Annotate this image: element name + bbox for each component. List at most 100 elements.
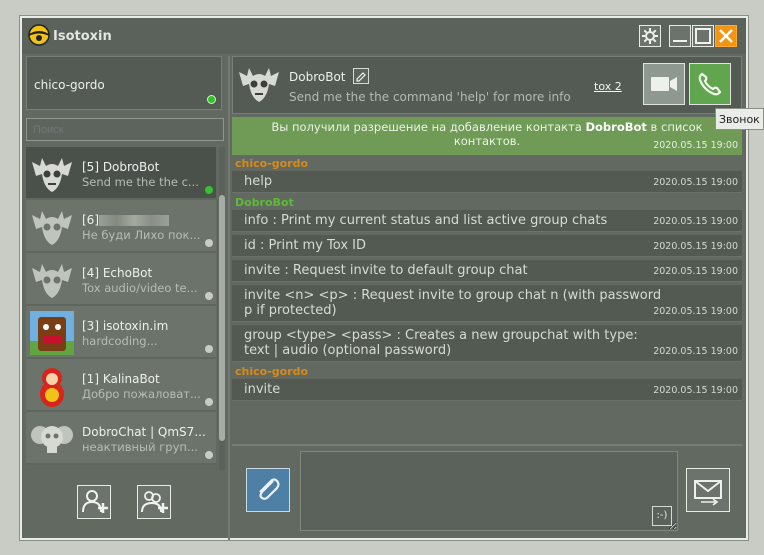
message-item[interactable]: invite 2020.05.15 19:00: [232, 379, 742, 401]
contact-status-text: Добро пожаловат...: [82, 387, 201, 401]
message-sender: chico-gordo: [235, 365, 309, 378]
message-timestamp: 2020.05.15 19:00: [653, 346, 738, 357]
message-text: id : Print my Tox ID: [244, 238, 366, 253]
contact-status-text: Send me the the c...: [82, 175, 199, 189]
search-input[interactable]: [26, 118, 224, 141]
app-window: Isotoxin chico-gordo Поиск [5] DobroBot …: [20, 16, 748, 540]
video-call-button[interactable]: [643, 63, 685, 105]
close-button[interactable]: [715, 25, 737, 47]
message-text: invite : Request invite to default group…: [244, 263, 528, 278]
chat-status-message: Send me the the command 'help' for more …: [289, 90, 571, 104]
own-profile[interactable]: chico-gordo: [26, 56, 222, 110]
close-icon: [719, 29, 733, 43]
minimize-icon: [673, 40, 687, 42]
offline-status-icon: [205, 239, 213, 247]
offline-status-icon: [205, 292, 213, 300]
add-contact-button[interactable]: [77, 485, 111, 519]
app-title: Isotoxin: [53, 29, 112, 44]
pencil-icon: [356, 72, 366, 82]
contact-name: [5] DobroBot: [82, 160, 160, 174]
message-timestamp: 2020.05.15 19:00: [653, 140, 738, 151]
envelope-send-icon: [694, 480, 722, 506]
attach-file-button[interactable]: [246, 468, 290, 512]
send-button[interactable]: [686, 468, 730, 512]
add-group-icon: [141, 491, 168, 513]
message-sender: DobroBot: [235, 196, 294, 209]
message-item[interactable]: info : Print my current status and list …: [232, 210, 742, 232]
bat-skull-avatar: [32, 158, 72, 192]
contact-name: [3] isotoxin.im: [82, 319, 169, 333]
contact-item-6[interactable]: [6] Не буди Лихо пок...: [26, 200, 216, 253]
add-contact-icon: [82, 490, 108, 513]
online-status-icon[interactable]: [207, 95, 216, 104]
contact-status-text: hardcoding...: [82, 334, 158, 348]
bat-skull-avatar: [32, 264, 72, 298]
protocol-link[interactable]: tox 2: [594, 80, 622, 93]
online-status-icon: [205, 186, 213, 194]
minimize-button[interactable]: [669, 25, 691, 47]
message-timestamp: 2020.05.15 19:00: [653, 266, 738, 277]
contact-item-isotoxin-im[interactable]: [3] isotoxin.im hardcoding...: [26, 306, 216, 359]
message-text: invite: [244, 382, 281, 397]
domo-kun-avatar: [30, 311, 74, 355]
offline-status-icon: [205, 398, 213, 406]
add-group-button[interactable]: [137, 485, 171, 519]
redacted-name: [99, 215, 169, 226]
video-camera-icon: [651, 77, 677, 91]
offline-status-icon: [205, 345, 213, 353]
panel-divider[interactable]: [228, 56, 230, 540]
contact-name: DobroChat | QmS7...: [82, 425, 206, 439]
contact-status-text: Tox audio/video te...: [82, 281, 198, 295]
contact-item-kalinabot[interactable]: [1] KalinaBot Добро пожаловат...: [26, 359, 216, 412]
contact-accepted-notice: Вы получили разрешение на добавление кон…: [232, 117, 742, 155]
profile-name[interactable]: chico-gordo: [34, 78, 105, 92]
paperclip-icon: [259, 478, 280, 500]
contact-status-text: неактивный груп...: [82, 440, 198, 454]
message-item[interactable]: group <type> <pass> : Creates a new grou…: [232, 325, 742, 362]
message-text: help: [244, 174, 273, 189]
offline-status-icon: [205, 451, 213, 459]
contact-list-scrollbar[interactable]: [219, 147, 225, 470]
message-input[interactable]: [300, 451, 678, 531]
message-item[interactable]: help 2020.05.15 19:00: [232, 171, 742, 193]
message-sender: chico-gordo: [235, 157, 309, 170]
contact-name: [6]: [82, 213, 210, 227]
contact-name: [4] EchoBot: [82, 266, 153, 280]
message-item[interactable]: invite : Request invite to default group…: [232, 260, 742, 282]
message-timestamp: 2020.05.15 19:00: [653, 385, 738, 396]
chat-contact-name: DobroBot: [289, 70, 346, 84]
scrollbar-thumb[interactable]: [219, 195, 225, 441]
phone-icon: [698, 72, 722, 96]
settings-button[interactable]: [639, 25, 661, 47]
maximize-icon: [695, 28, 711, 44]
bat-skull-avatar: [239, 68, 279, 102]
message-log[interactable]: Вы получили разрешение на добавление кон…: [232, 117, 742, 435]
message-timestamp: 2020.05.15 19:00: [653, 306, 738, 317]
isotoxin-logo-icon: [28, 24, 50, 46]
title-bar[interactable]: Isotoxin: [22, 18, 746, 54]
bat-skull-avatar: [32, 211, 72, 245]
message-text: info : Print my current status and list …: [244, 213, 608, 228]
maximize-button[interactable]: [692, 25, 714, 47]
contact-name: [1] KalinaBot: [82, 372, 160, 386]
contact-item-dobrochat[interactable]: DobroChat | QmS7... неактивный груп...: [26, 412, 216, 465]
message-timestamp: 2020.05.15 19:00: [653, 216, 738, 227]
emoji-button[interactable]: :-): [652, 506, 672, 526]
message-item[interactable]: id : Print my Tox ID 2020.05.15 19:00: [232, 235, 742, 257]
group-skulls-avatar: [31, 426, 73, 453]
contact-status-text: Не буди Лихо пок...: [82, 228, 201, 242]
contact-item-dobrobot[interactable]: [5] DobroBot Send me the the c...: [26, 147, 216, 200]
matryoshka-avatar: [40, 368, 64, 407]
message-item[interactable]: invite <n> <p> : Request invite to group…: [232, 285, 742, 322]
message-timestamp: 2020.05.15 19:00: [653, 177, 738, 188]
gear-icon: [642, 28, 658, 44]
message-timestamp: 2020.05.15 19:00: [653, 241, 738, 252]
call-tooltip: Звонок: [715, 108, 764, 130]
edit-name-button[interactable]: [353, 68, 369, 84]
chat-header: DobroBot Send me the the command 'help' …: [232, 56, 742, 114]
audio-call-button[interactable]: [689, 63, 731, 105]
contact-item-echobot[interactable]: [4] EchoBot Tox audio/video te...: [26, 253, 216, 306]
contact-list: [5] DobroBot Send me the the c... [6] Не…: [26, 147, 216, 469]
message-text: group <type> <pass> : Creates a new grou…: [244, 328, 638, 358]
message-text: invite <n> <p> : Request invite to group…: [244, 288, 662, 318]
